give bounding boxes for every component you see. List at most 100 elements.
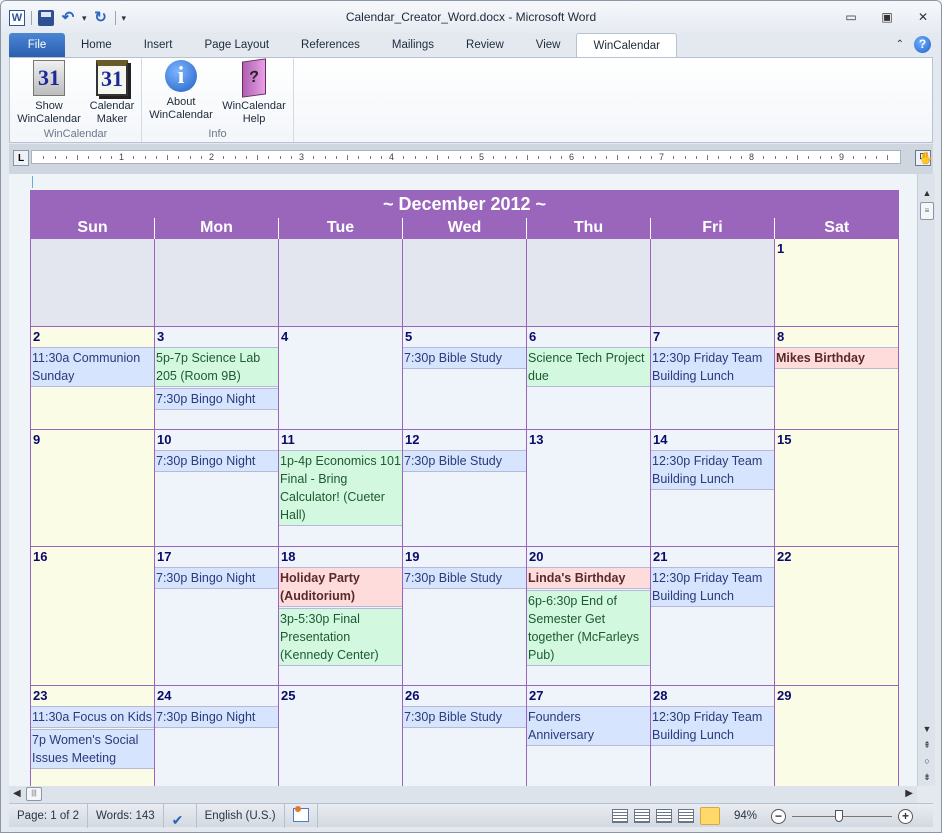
- zoom-out-icon[interactable]: −: [771, 808, 786, 824]
- calendar-day-cell[interactable]: 11 1p-4p Economics 101 Final - Bring Calc…: [278, 429, 403, 547]
- calendar-event[interactable]: 7:30p Bible Study: [403, 706, 526, 728]
- calendar-day-cell[interactable]: 23 11:30a Focus on Kids 7p Women's Social …: [30, 685, 155, 786]
- calendar-day-cell[interactable]: 18 Holiday Party (Auditorium) 3p-5:30p Fin…: [278, 546, 403, 686]
- scroll-right-icon[interactable]: ▶: [905, 788, 913, 799]
- calendar-day-cell[interactable]: 15: [774, 429, 899, 547]
- calendar-day-cell[interactable]: 17 7:30p Bingo Night: [154, 546, 279, 686]
- calendar-day-cell[interactable]: 4: [278, 326, 403, 430]
- calendar-day-cell[interactable]: 26 7:30p Bible Study: [402, 685, 527, 786]
- tab-selector[interactable]: L: [13, 150, 29, 166]
- calendar-day-cell[interactable]: 22: [774, 546, 899, 686]
- scroll-thumb[interactable]: ≡: [920, 202, 934, 220]
- calendar-event[interactable]: 7:30p Bible Study: [403, 347, 526, 369]
- calendar-event[interactable]: Science Tech Project due: [527, 347, 650, 387]
- horizontal-scroll-thumb[interactable]: |||: [26, 787, 42, 801]
- calendar-day-cell[interactable]: 12 7:30p Bible Study: [402, 429, 527, 547]
- calendar-day-cell[interactable]: 21 12:30p Friday Team Building Lunch: [650, 546, 775, 686]
- calendar-event[interactable]: 12:30p Friday Team Building Lunch: [651, 706, 774, 746]
- calendar-day-cell[interactable]: 13: [526, 429, 651, 547]
- calendar-empty-cell[interactable]: [402, 238, 527, 327]
- calendar-event[interactable]: 12:30p Friday Team Building Lunch: [651, 450, 774, 490]
- about-wincalendar-button[interactable]: i About WinCalendar: [146, 60, 216, 122]
- minimize-ribbon-icon[interactable]: ⌃: [896, 39, 904, 50]
- calendar-day-cell[interactable]: 3 5p-7p Science Lab 205 (Room 9B) 7:30p Bi…: [154, 326, 279, 430]
- tab-file[interactable]: File: [9, 33, 65, 57]
- calendar-day-cell[interactable]: 24 7:30p Bingo Night: [154, 685, 279, 786]
- calendar-event[interactable]: 7:30p Bible Study: [403, 450, 526, 472]
- scroll-up-icon[interactable]: ▲: [920, 188, 934, 198]
- tab-page-layout[interactable]: Page Layout: [188, 33, 285, 57]
- outline-icon[interactable]: [677, 809, 694, 823]
- scroll-left-icon[interactable]: ◀: [13, 788, 21, 799]
- zoom-level[interactable]: 94%: [726, 810, 765, 822]
- calendar-empty-cell[interactable]: [526, 238, 651, 327]
- tab-references[interactable]: References: [285, 33, 376, 57]
- tab-review[interactable]: Review: [450, 33, 520, 57]
- calendar-empty-cell[interactable]: [30, 238, 155, 327]
- calendar-empty-cell[interactable]: [278, 238, 403, 327]
- page-count[interactable]: Page: 1 of 2: [9, 803, 89, 828]
- calendar-day-cell[interactable]: 9: [30, 429, 155, 547]
- calendar-event[interactable]: 3p-5:30p Final Presentation (Kennedy Cen…: [279, 608, 402, 666]
- calendar-event[interactable]: Mikes Birthday: [775, 347, 898, 369]
- calendar-day-cell[interactable]: 14 12:30p Friday Team Building Lunch: [650, 429, 775, 547]
- calendar-event[interactable]: Linda's Birthday: [527, 567, 650, 589]
- calendar-event[interactable]: 7:30p Bible Study: [403, 567, 526, 589]
- calendar-event[interactable]: 5p-7p Science Lab 205 (Room 9B): [155, 347, 278, 387]
- tab-mailings[interactable]: Mailings: [376, 33, 450, 57]
- zoom-slider-thumb[interactable]: [835, 809, 843, 822]
- calendar-event[interactable]: 1p-4p Economics 101 Final - Bring Calcul…: [279, 450, 402, 526]
- print-layout-icon[interactable]: [611, 809, 628, 823]
- calendar-day-cell[interactable]: 19 7:30p Bible Study: [402, 546, 527, 686]
- calendar-maker-button[interactable]: 31 Calendar Maker: [84, 60, 140, 126]
- tab-home[interactable]: Home: [65, 33, 128, 57]
- wincalendar-help-button[interactable]: ? WinCalendar Help: [218, 58, 290, 126]
- horizontal-ruler[interactable]: 1 2 3 4 5 6 7 8 9: [31, 150, 901, 164]
- calendar-day-cell[interactable]: 16: [30, 546, 155, 686]
- calendar-day-cell[interactable]: 28 12:30p Friday Team Building Lunch: [650, 685, 775, 786]
- maximize-icon[interactable]: ▣: [879, 10, 895, 24]
- show-wincalendar-button[interactable]: 31 Show WinCalendar: [14, 60, 84, 126]
- draft-icon[interactable]: [699, 807, 720, 825]
- calendar-day-cell[interactable]: 7 12:30p Friday Team Building Lunch: [650, 326, 775, 430]
- calendar-empty-cell[interactable]: [154, 238, 279, 327]
- calendar-event[interactable]: Holiday Party (Auditorium): [279, 567, 402, 607]
- calendar-event[interactable]: 6p-6:30p End of Semester Get together (M…: [527, 590, 650, 666]
- tab-insert[interactable]: Insert: [128, 33, 189, 57]
- calendar-day-cell[interactable]: 27 Founders Anniversary: [526, 685, 651, 786]
- minimize-icon[interactable]: ▭: [843, 10, 859, 24]
- full-screen-reading-icon[interactable]: [633, 809, 650, 823]
- calendar-event[interactable]: Founders Anniversary: [527, 706, 650, 746]
- vertical-scrollbar[interactable]: ▲ ≡ ▼ ⇞ ○ ⇟: [917, 174, 935, 786]
- hand-icon[interactable]: ✋: [917, 151, 935, 165]
- calendar-event[interactable]: 7:30p Bingo Night: [155, 388, 278, 410]
- close-icon[interactable]: ✕: [915, 10, 931, 24]
- calendar-event[interactable]: 11:30a Communion Sunday: [31, 347, 154, 387]
- calendar-event[interactable]: 7:30p Bingo Night: [155, 706, 278, 728]
- document-area[interactable]: ~ December 2012 ~ Sun Mon Tue Wed Thu Fri Sat …: [9, 174, 917, 786]
- zoom-slider[interactable]: [792, 809, 892, 822]
- scroll-down-icon[interactable]: ▼: [920, 724, 934, 734]
- calendar-day-cell[interactable]: 10 7:30p Bingo Night: [154, 429, 279, 547]
- previous-page-icon[interactable]: ⇞: [920, 740, 934, 751]
- calendar-day-cell[interactable]: 29: [774, 685, 899, 786]
- proofing-status[interactable]: ✔: [164, 803, 197, 828]
- language[interactable]: English (U.S.): [197, 803, 285, 828]
- calendar-day-cell[interactable]: 2 11:30a Communion Sunday: [30, 326, 155, 430]
- calendar-event[interactable]: 12:30p Friday Team Building Lunch: [651, 567, 774, 607]
- select-browse-object-icon[interactable]: ○: [920, 756, 934, 766]
- web-layout-icon[interactable]: [655, 809, 672, 823]
- horizontal-scrollbar[interactable]: ◀ ||| ▶: [9, 786, 917, 803]
- macro-recording[interactable]: [285, 803, 318, 828]
- calendar-event[interactable]: 12:30p Friday Team Building Lunch: [651, 347, 774, 387]
- calendar-day-cell[interactable]: 1: [774, 238, 899, 327]
- calendar-day-cell[interactable]: 20 Linda's Birthday 6p-6:30p End of Semest…: [526, 546, 651, 686]
- calendar-event[interactable]: 11:30a Focus on Kids: [31, 706, 154, 728]
- word-count[interactable]: Words: 143: [88, 803, 164, 828]
- calendar-day-cell[interactable]: 5 7:30p Bible Study: [402, 326, 527, 430]
- tab-wincalendar[interactable]: WinCalendar: [576, 33, 677, 58]
- zoom-in-icon[interactable]: +: [898, 808, 913, 824]
- next-page-icon[interactable]: ⇟: [920, 772, 934, 783]
- calendar-day-cell[interactable]: 8 Mikes Birthday: [774, 326, 899, 430]
- help-icon[interactable]: ?: [914, 36, 931, 53]
